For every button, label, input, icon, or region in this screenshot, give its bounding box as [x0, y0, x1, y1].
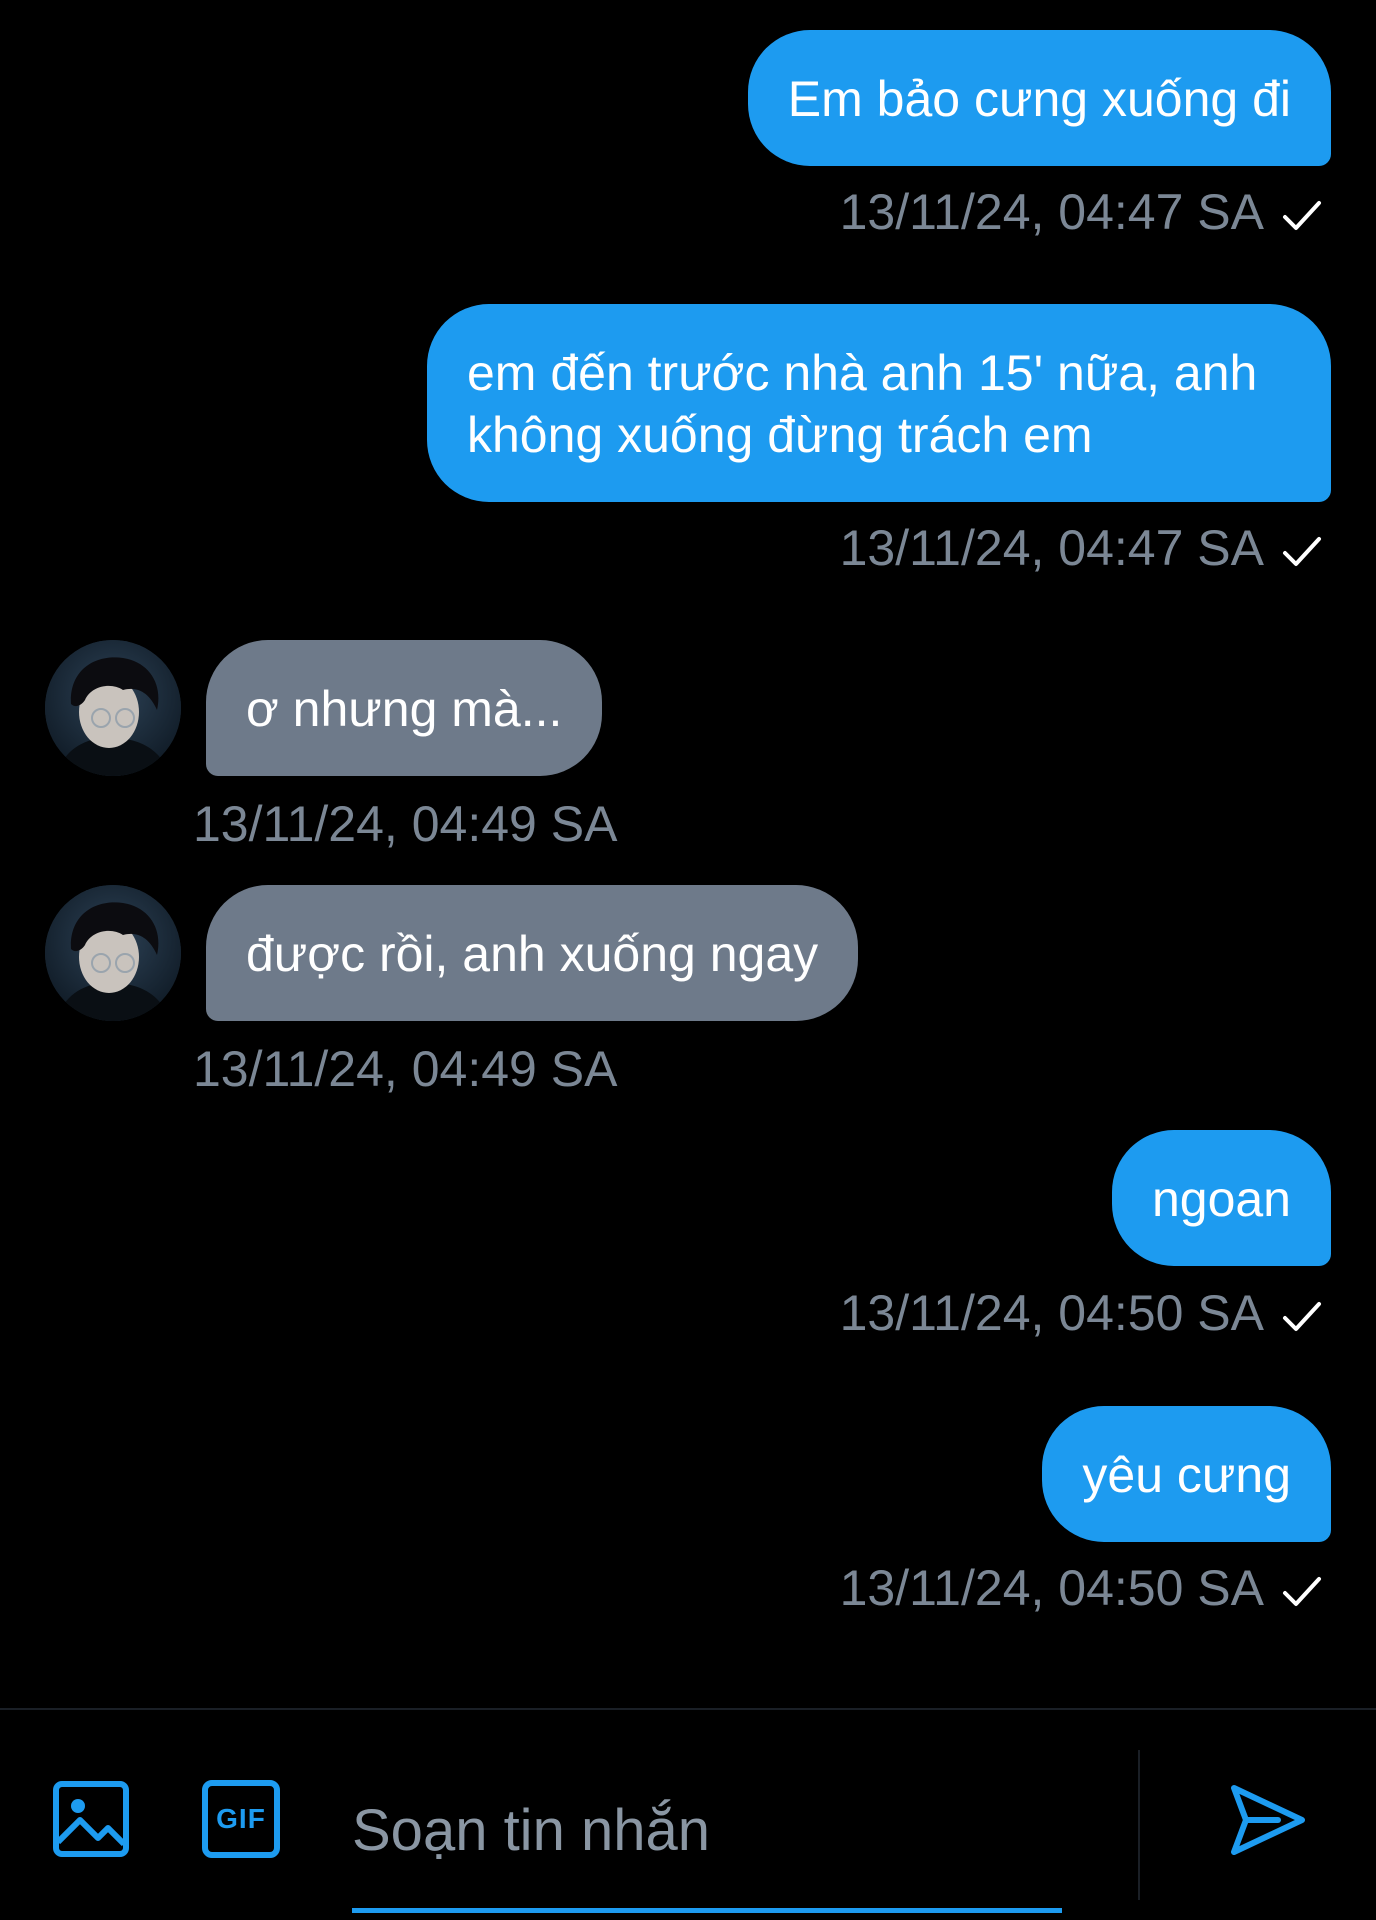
message-text: được rồi, anh xuống ngay — [246, 926, 819, 982]
received-message-bubble[interactable]: được rồi, anh xuống ngay — [206, 885, 859, 1021]
gif-label: GIF — [216, 1803, 266, 1834]
sent-check-icon — [1283, 1576, 1321, 1606]
message-text: ơ nhưng mà... — [246, 681, 563, 737]
sent-message-bubble[interactable]: em đến trước nhà anh 15' nữa, anh không … — [427, 304, 1331, 502]
message-timestamp: 13/11/24, 04:50 SA — [840, 1558, 1322, 1618]
timestamp-text: 13/11/24, 04:47 SA — [839, 184, 1264, 240]
input-focus-underline — [352, 1908, 1062, 1913]
contact-avatar[interactable] — [45, 640, 181, 776]
message-timestamp: 13/11/24, 04:49 SA — [193, 794, 617, 854]
sent-check-icon — [1283, 536, 1321, 566]
contact-avatar[interactable] — [45, 885, 181, 1021]
message-timestamp: 13/11/24, 04:50 SA — [840, 1283, 1322, 1343]
message-text-line: không xuống đừng trách em — [467, 407, 1093, 463]
message-text: yêu cưng — [1082, 1447, 1291, 1503]
image-icon[interactable] — [52, 1780, 130, 1858]
message-timestamp: 13/11/24, 04:47 SA — [840, 518, 1322, 578]
compose-message-input[interactable] — [352, 1770, 1052, 1890]
timestamp-text: 13/11/24, 04:47 SA — [839, 520, 1264, 576]
gif-button[interactable]: GIF — [202, 1780, 280, 1858]
timestamp-text: 13/11/24, 04:50 SA — [839, 1560, 1264, 1616]
message-composer: GIF — [0, 1710, 1376, 1920]
message-timestamp: 13/11/24, 04:49 SA — [193, 1039, 617, 1099]
sent-message-bubble[interactable]: ngoan — [1111, 1130, 1331, 1266]
timestamp-text: 13/11/24, 04:50 SA — [839, 1285, 1264, 1341]
timestamp-text: 13/11/24, 04:49 SA — [193, 1041, 618, 1097]
avatar-image — [45, 640, 181, 776]
send-icon[interactable] — [1228, 1780, 1308, 1860]
sent-message-bubble[interactable]: yêu cưng — [1042, 1406, 1331, 1542]
message-text: Em bảo cưng xuống đi — [787, 71, 1291, 127]
message-timestamp: 13/11/24, 04:47 SA — [840, 182, 1322, 242]
message-text-line: em đến trước nhà anh 15' nữa, anh — [467, 345, 1258, 401]
received-message-bubble[interactable]: ơ nhưng mà... — [206, 640, 603, 776]
sent-message-bubble[interactable]: Em bảo cưng xuống đi — [747, 30, 1331, 166]
conversation-thread: Em bảo cưng xuống đi 13/11/24, 04:47 SA … — [0, 0, 1376, 1708]
avatar-image — [45, 885, 181, 1021]
message-text: ngoan — [1151, 1171, 1291, 1227]
sent-check-icon — [1283, 200, 1321, 230]
composer-separator — [1138, 1750, 1140, 1900]
sent-check-icon — [1283, 1301, 1321, 1331]
timestamp-text: 13/11/24, 04:49 SA — [193, 796, 618, 852]
